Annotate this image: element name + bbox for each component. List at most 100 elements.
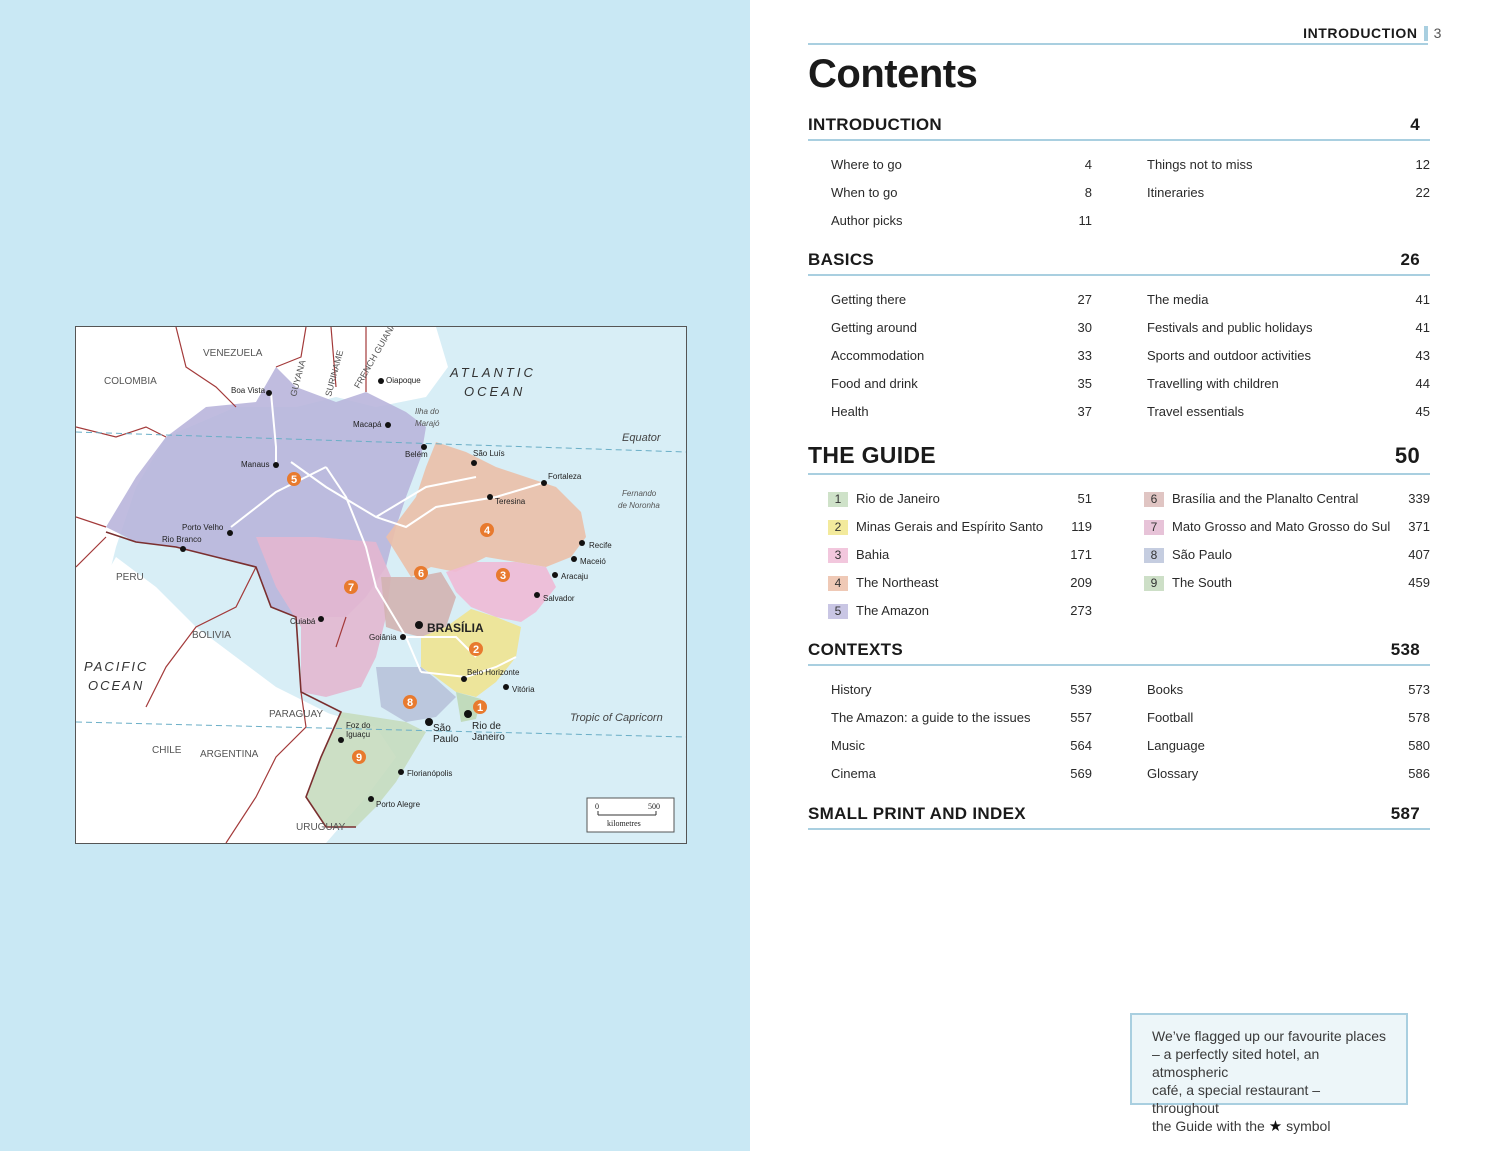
toc-entry[interactable]: Things not to miss 12 bbox=[1147, 151, 1430, 179]
svg-text:Oiapoque: Oiapoque bbox=[386, 376, 421, 385]
section-title: INTRODUCTION bbox=[808, 115, 942, 134]
toc-entry[interactable]: Festivals and public holidays 41 bbox=[1147, 314, 1430, 342]
chapter-number-badge: 1 bbox=[828, 491, 848, 507]
svg-text:Salvador: Salvador bbox=[543, 594, 575, 603]
svg-text:Equator: Equator bbox=[622, 432, 662, 444]
svg-text:BOLIVIA: BOLIVIA bbox=[192, 630, 231, 641]
toc-entry[interactable]: The Amazon: a guide to the issues 557 bbox=[831, 704, 1114, 732]
toc-entry[interactable]: History 539 bbox=[831, 676, 1114, 704]
svg-text:8: 8 bbox=[407, 697, 413, 709]
svg-text:Fortaleza: Fortaleza bbox=[548, 472, 582, 481]
svg-text:9: 9 bbox=[356, 752, 362, 764]
toc-entry[interactable]: Accommodation 33 bbox=[831, 342, 1114, 370]
map-svg: 1 2 3 4 5 6 7 8 9 VENEZUELA COLOMBIA GUY… bbox=[76, 327, 686, 843]
toc-entry[interactable]: Where to go 4 bbox=[831, 151, 1114, 179]
svg-text:Recife: Recife bbox=[589, 541, 612, 550]
toc-entry[interactable]: Itineraries 22 bbox=[1147, 179, 1430, 207]
section-title: CONTEXTS bbox=[808, 640, 903, 659]
header-rule bbox=[808, 43, 1428, 45]
section-title: THE GUIDE bbox=[808, 442, 936, 468]
section-small-print: SMALL PRINT AND INDEX 587 bbox=[808, 804, 1430, 830]
section-page: 26 bbox=[1400, 250, 1420, 269]
svg-text:Belo Horizonte: Belo Horizonte bbox=[467, 668, 520, 677]
svg-text:Fernando: Fernando bbox=[622, 489, 657, 498]
chapter-entry[interactable]: 2 Minas Gerais and Espírito Santo 119 bbox=[828, 513, 1114, 541]
svg-text:COLOMBIA: COLOMBIA bbox=[104, 376, 157, 387]
chapter-entry[interactable]: 1 Rio de Janeiro 51 bbox=[828, 485, 1114, 513]
toc-entry[interactable]: Health 37 bbox=[831, 398, 1114, 426]
svg-text:Aracaju: Aracaju bbox=[561, 572, 588, 581]
chapter-number-badge: 4 bbox=[828, 575, 848, 591]
toc-entry[interactable]: Travel essentials 45 bbox=[1147, 398, 1430, 426]
toc-entry[interactable]: Football 578 bbox=[1147, 704, 1430, 732]
svg-text:de Noronha: de Noronha bbox=[618, 501, 660, 510]
toc-entry[interactable]: Glossary 586 bbox=[1147, 760, 1430, 788]
chapter-entry[interactable]: 9 The South 459 bbox=[1144, 569, 1430, 597]
svg-text:ARGENTINA: ARGENTINA bbox=[200, 749, 259, 760]
toc-column-right: 6 Brasília and the Planalto Central 339 7M… bbox=[1114, 485, 1430, 625]
chapter-entry[interactable]: 7 Mato Grosso and Mato Grosso do Sul 371 bbox=[1144, 513, 1430, 541]
section-heading[interactable]: CONTEXTS 538 bbox=[808, 640, 1430, 666]
svg-text:Marajó: Marajó bbox=[415, 419, 440, 428]
section-heading[interactable]: THE GUIDE 50 bbox=[808, 442, 1430, 475]
chapter-number-badge: 7 bbox=[1144, 519, 1164, 535]
favourites-note: We’ve flagged up our favourite places – … bbox=[1130, 1013, 1408, 1135]
section-page: 587 bbox=[1390, 804, 1420, 823]
toc-column-left: History 539 The Amazon: a guide to the is… bbox=[808, 676, 1114, 788]
section-heading[interactable]: BASICS 26 bbox=[808, 250, 1430, 276]
chapter-entry[interactable]: 5 The Amazon 273 bbox=[828, 597, 1114, 625]
svg-text:Rio de: Rio de bbox=[472, 721, 501, 732]
toc-entry[interactable]: When to go 8 bbox=[831, 179, 1114, 207]
toc-entry[interactable]: Language 580 bbox=[1147, 732, 1430, 760]
chapter-number-badge: 5 bbox=[828, 603, 848, 619]
svg-text:Porto Alegre: Porto Alegre bbox=[376, 800, 421, 809]
section-heading[interactable]: SMALL PRINT AND INDEX 587 bbox=[808, 804, 1430, 830]
toc-entry[interactable]: Books 573 bbox=[1147, 676, 1430, 704]
scale-bar: 0 500 kilometres bbox=[586, 797, 675, 833]
svg-text:0: 0 bbox=[595, 802, 599, 811]
svg-text:Maceió: Maceió bbox=[580, 557, 606, 566]
svg-text:Florianópolis: Florianópolis bbox=[407, 769, 452, 778]
toc-entry[interactable]: Travelling with children 44 bbox=[1147, 370, 1430, 398]
section-title: SMALL PRINT AND INDEX bbox=[808, 804, 1026, 823]
chapter-entry[interactable]: 3 Bahia 171 bbox=[828, 541, 1114, 569]
toc-entry[interactable]: Cinema 569 bbox=[831, 760, 1114, 788]
toc-entry[interactable]: Author picks 11 bbox=[831, 207, 1114, 235]
toc-entry[interactable]: Food and drink 35 bbox=[831, 370, 1114, 398]
svg-text:PARAGUAY: PARAGUAY bbox=[269, 709, 323, 720]
section-heading[interactable]: INTRODUCTION 4 bbox=[808, 115, 1430, 141]
toc-column-right: Books 573 Football 578 Language 580 Glossar… bbox=[1114, 676, 1430, 788]
chapter-entry[interactable]: 4 The Northeast 209 bbox=[828, 569, 1114, 597]
running-head-bar bbox=[1423, 25, 1428, 41]
svg-text:Manaus: Manaus bbox=[241, 460, 269, 469]
toc-entry[interactable]: The media 41 bbox=[1147, 286, 1430, 314]
section-page: 50 bbox=[1394, 443, 1420, 468]
svg-text:Porto Velho: Porto Velho bbox=[182, 523, 224, 532]
toc-entry[interactable]: Music 564 bbox=[831, 732, 1114, 760]
chapter-entry[interactable]: 8 São Paulo 407 bbox=[1144, 541, 1430, 569]
toc-entry[interactable]: Getting around 30 bbox=[831, 314, 1114, 342]
toc-column-left: Getting there 27 Getting around 30 Accommo… bbox=[808, 286, 1114, 426]
toc-column-right: The media 41 Festivals and public holiday… bbox=[1114, 286, 1430, 426]
svg-text:Goiânia: Goiânia bbox=[369, 633, 397, 642]
brazil-map: 1 2 3 4 5 6 7 8 9 VENEZUELA COLOMBIA GUY… bbox=[75, 326, 687, 844]
toc-column-left: 1 Rio de Janeiro 51 2 Minas Gerais and Espí… bbox=[808, 485, 1114, 625]
star-icon: ★ bbox=[1268, 1118, 1283, 1135]
svg-text:Iguaçu: Iguaçu bbox=[346, 730, 370, 739]
chapter-entry[interactable]: 6 Brasília and the Planalto Central 339 bbox=[1144, 485, 1430, 513]
svg-text:6: 6 bbox=[418, 568, 424, 580]
svg-text:Paulo: Paulo bbox=[433, 734, 459, 745]
running-head-section: INTRODUCTION bbox=[1303, 25, 1418, 41]
svg-text:São: São bbox=[433, 723, 451, 734]
page-number: 3 bbox=[1433, 25, 1442, 41]
chapter-number-badge: 2 bbox=[828, 519, 848, 535]
svg-text:Janeiro: Janeiro bbox=[472, 732, 505, 743]
svg-text:BRASÍLIA: BRASÍLIA bbox=[427, 620, 484, 635]
svg-text:5: 5 bbox=[291, 474, 297, 486]
svg-text:Boa Vista: Boa Vista bbox=[231, 386, 266, 395]
toc-entry[interactable]: Getting there 27 bbox=[831, 286, 1114, 314]
svg-text:OCEAN: OCEAN bbox=[88, 678, 144, 693]
running-head: INTRODUCTION 3 bbox=[1303, 25, 1442, 41]
toc-entry[interactable]: Sports and outdoor activities 43 bbox=[1147, 342, 1430, 370]
page-title: Contents bbox=[808, 52, 978, 96]
